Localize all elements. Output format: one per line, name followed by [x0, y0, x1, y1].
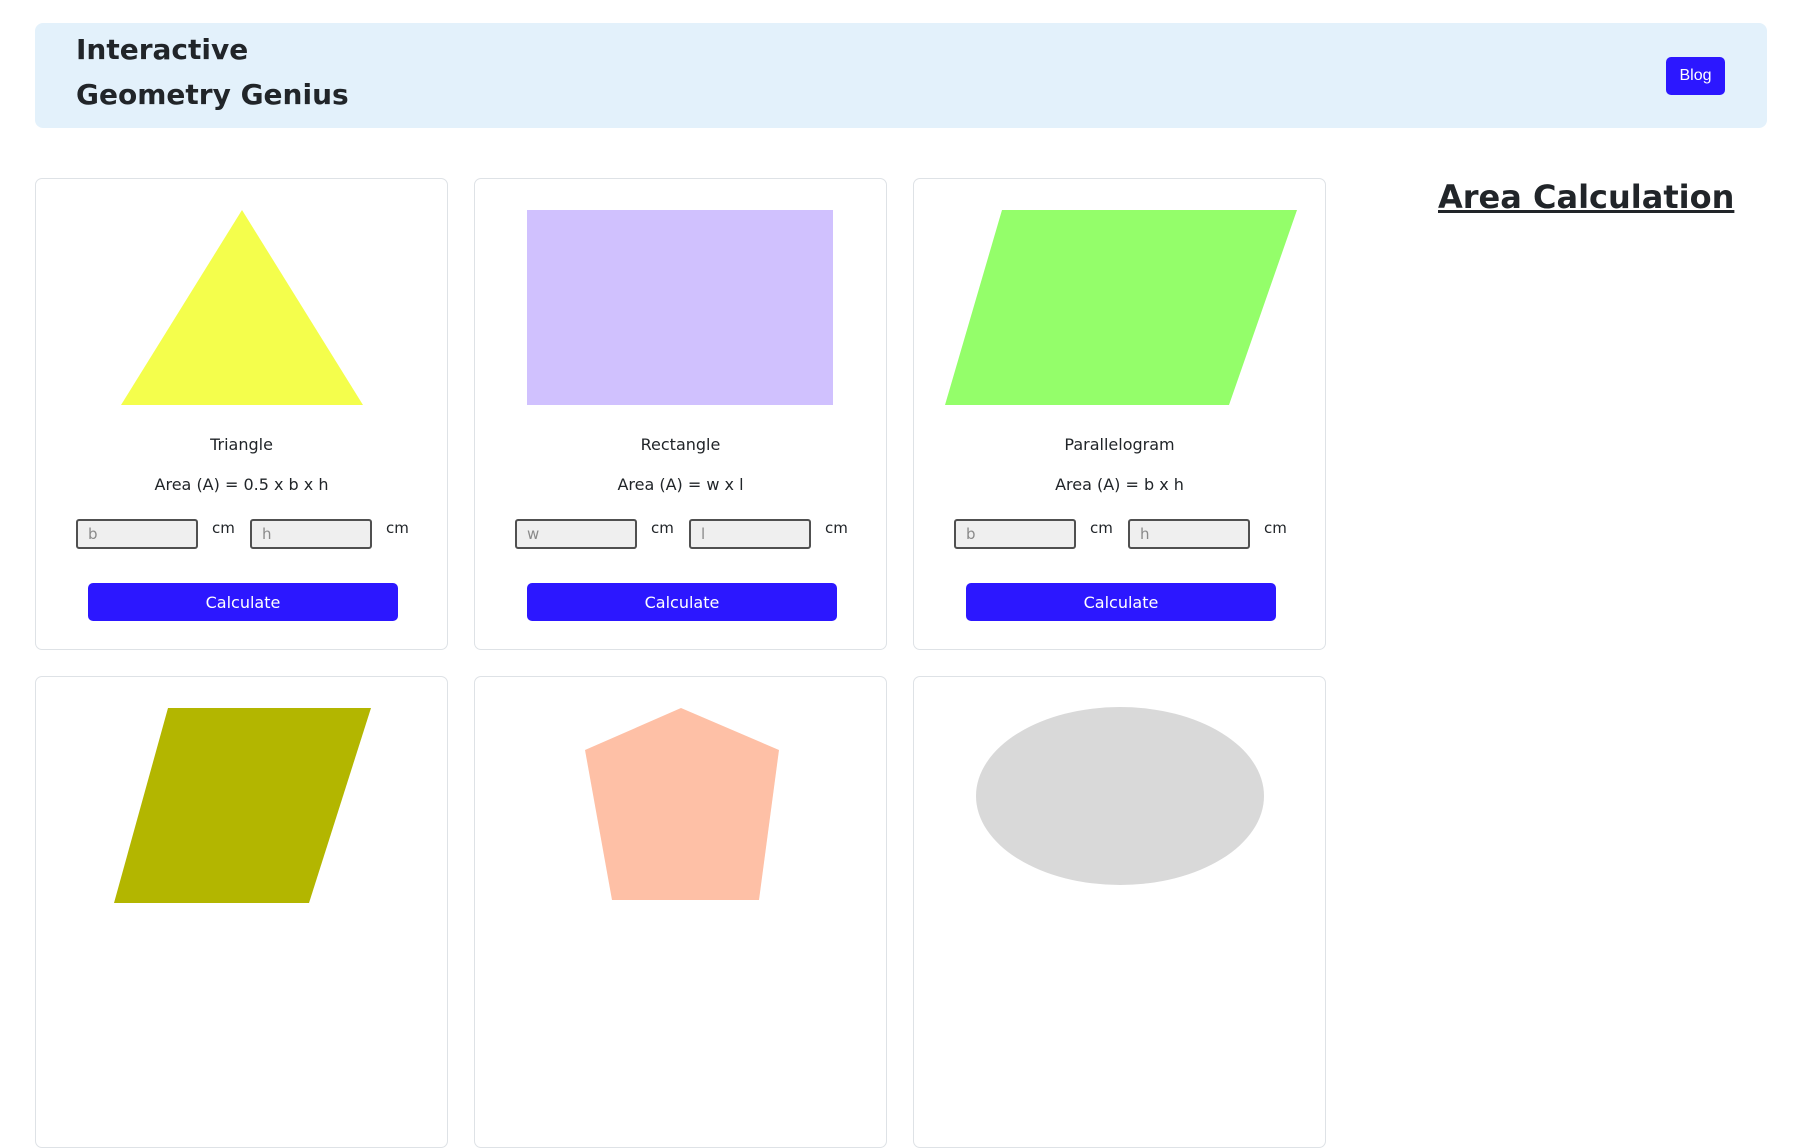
calculate-button[interactable]: Calculate [527, 583, 837, 621]
shape-name: Triangle [210, 435, 273, 454]
area-formula: Area (A) = 0.5 x b x h [154, 475, 329, 494]
brand-line-1: Interactive [76, 33, 249, 66]
rhombus-shape [114, 708, 371, 903]
base-input[interactable] [76, 519, 198, 549]
pentagon-shape [585, 708, 779, 900]
rectangle-card: Rectangle Area (A) = w x l cm cm Calcula… [474, 178, 887, 650]
unit-label: cm [651, 519, 674, 537]
triangle-card: Triangle Area (A) = 0.5 x b x h cm cm Ca… [35, 178, 448, 650]
calculate-button[interactable]: Calculate [88, 583, 398, 621]
navbar: Interactive Geometry Genius Blog [35, 23, 1767, 128]
ellipse-shape [976, 707, 1264, 885]
brand-line-2: Geometry Genius [76, 78, 349, 111]
area-formula: Area (A) = w x l [617, 475, 744, 494]
parallelogram-card: Parallelogram Area (A) = b x h cm cm Cal… [913, 178, 1326, 650]
base-input[interactable] [954, 519, 1076, 549]
rhombus-card [35, 676, 448, 1148]
height-input[interactable] [1128, 519, 1250, 549]
height-input[interactable] [250, 519, 372, 549]
ellipse-card [913, 676, 1326, 1148]
shape-name: Rectangle [640, 435, 721, 454]
calculate-button[interactable]: Calculate [966, 583, 1276, 621]
length-input[interactable] [689, 519, 811, 549]
unit-label: cm [825, 519, 848, 537]
blog-button[interactable]: Blog [1666, 57, 1725, 95]
unit-label: cm [212, 519, 235, 537]
area-formula: Area (A) = b x h [1055, 475, 1184, 494]
pentagon-card [474, 676, 887, 1148]
unit-label: cm [1264, 519, 1287, 537]
shape-name: Parallelogram [1064, 435, 1175, 454]
width-input[interactable] [515, 519, 637, 549]
unit-label: cm [386, 519, 409, 537]
area-calculation-heading[interactable]: Area Calculation [1438, 178, 1734, 216]
unit-label: cm [1090, 519, 1113, 537]
brand-title[interactable]: Interactive Geometry Genius [76, 27, 349, 117]
